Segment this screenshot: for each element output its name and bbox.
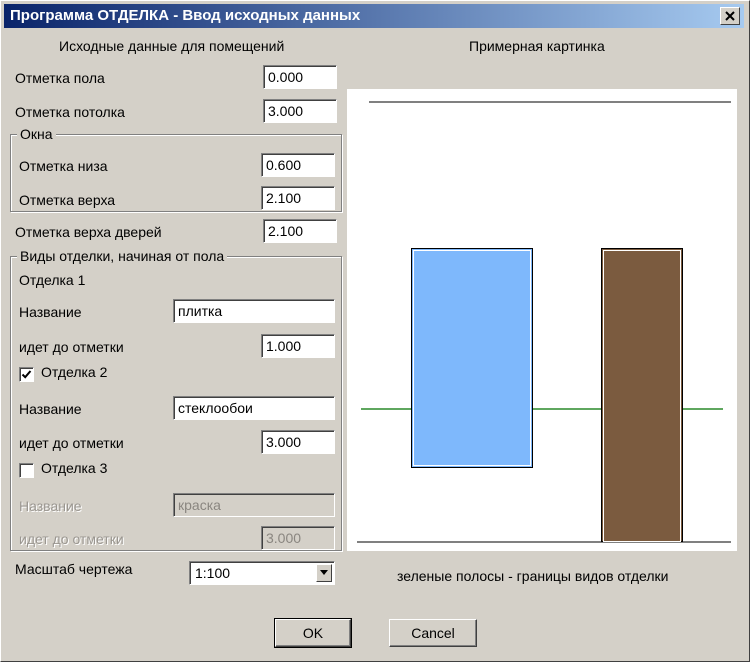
scale-dropdown-button[interactable] <box>316 564 332 582</box>
finish3-checkbox[interactable] <box>19 463 34 478</box>
cancel-button[interactable]: Cancel <box>389 619 477 647</box>
finish2-checkbox-label: Отделка 2 <box>41 364 108 380</box>
scale-select-value: 1:100 <box>195 565 231 581</box>
dialog-window: Программа ОТДЕЛКА - Ввод исходных данных… <box>0 0 750 662</box>
preview-caption: зеленые полосы - границы видов отделки <box>397 568 669 584</box>
finish1-name-input[interactable] <box>173 299 335 323</box>
window-bottom-label: Отметка низа <box>19 158 108 174</box>
finish3-checkbox-label: Отделка 3 <box>41 460 108 476</box>
checkmark-icon <box>21 370 32 379</box>
chevron-down-icon <box>320 570 328 575</box>
ceiling-level-input[interactable] <box>263 99 337 123</box>
finish1-name-label: Название <box>19 304 82 320</box>
finish2-name-label: Название <box>19 401 82 417</box>
window-top-label: Отметка верха <box>19 192 116 208</box>
input-section-title: Исходные данные для помещений <box>59 38 285 54</box>
preview-canvas <box>347 89 737 551</box>
scale-label: Масштаб чертежа <box>15 561 133 577</box>
finish2-upto-input[interactable] <box>261 430 335 454</box>
title-bar: Программа ОТДЕЛКА - Ввод исходных данных <box>4 4 744 28</box>
finish2-name-input[interactable] <box>173 396 335 420</box>
door-top-input[interactable] <box>263 219 337 243</box>
windows-group-legend: Окна <box>17 125 56 143</box>
window-top-input[interactable] <box>261 186 335 210</box>
finishes-group-legend: Виды отделки, начиная от пола <box>17 247 228 265</box>
finish2-upto-label: идет до отметки <box>19 435 124 451</box>
finish2-checkbox[interactable] <box>19 367 34 382</box>
close-button[interactable] <box>720 7 740 25</box>
preview-drawing <box>357 101 731 543</box>
window-title: Программа ОТДЕЛКА - Ввод исходных данных <box>10 7 361 24</box>
finish3-name-label: Название <box>19 498 82 514</box>
finish3-upto-label: идет до отметки <box>19 531 124 547</box>
window-shape <box>411 248 533 468</box>
window-bottom-input[interactable] <box>261 153 335 177</box>
floor-level-label: Отметка пола <box>15 70 105 86</box>
door-top-label: Отметка верха дверей <box>15 224 162 240</box>
close-icon <box>725 11 735 21</box>
door-shape <box>601 248 683 542</box>
finish1-upto-label: идет до отметки <box>19 339 124 355</box>
finish3-name-input <box>173 493 335 517</box>
ok-button[interactable]: OK <box>274 618 352 648</box>
preview-title: Примерная картинка <box>469 38 605 54</box>
finish3-upto-input <box>261 526 335 550</box>
finish1-header: Отделка 1 <box>19 272 86 288</box>
floor-level-input[interactable] <box>263 65 337 89</box>
ceiling-level-label: Отметка потолка <box>15 104 125 120</box>
finish1-upto-input[interactable] <box>261 334 335 358</box>
scale-select[interactable]: 1:100 <box>189 561 335 585</box>
